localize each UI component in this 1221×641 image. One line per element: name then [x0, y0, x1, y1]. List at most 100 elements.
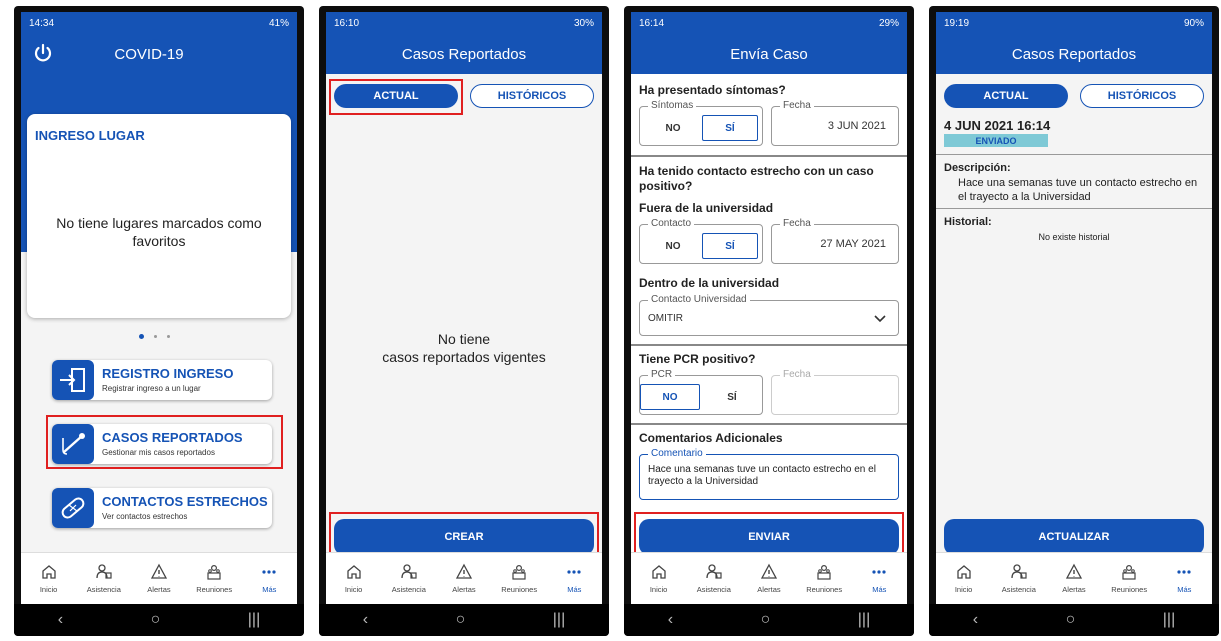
nav-item-alertas[interactable]: Alertas	[1049, 563, 1099, 594]
nav-item-alertas[interactable]: Alertas	[744, 563, 794, 594]
app-bar: Casos Reportados	[936, 34, 1212, 74]
nav-label: Inicio	[344, 585, 363, 594]
fecha-contacto-field[interactable]: Fecha 27 MAY 2021	[771, 218, 899, 264]
status-badge: ENVIADO	[944, 134, 1048, 147]
divider	[631, 155, 907, 157]
contacto-no[interactable]: NO	[648, 233, 698, 259]
nav-item-más[interactable]: Más	[549, 563, 599, 594]
system-nav: ‹ ○ |||	[14, 604, 304, 636]
pcr-si[interactable]: SÍ	[704, 384, 760, 410]
contacto-label: Contacto	[648, 218, 695, 229]
nav-item-reuniones[interactable]: Reuniones	[189, 563, 239, 594]
nav-item-inicio[interactable]: Inicio	[24, 563, 74, 594]
app-bar: Casos Reportados	[326, 34, 602, 74]
sintomas-toggle: Síntomas NO SÍ	[639, 100, 763, 146]
nav-label: Inicio	[39, 585, 58, 594]
nav-item-asistencia[interactable]: Asistencia	[79, 563, 129, 594]
bottom-nav: Inicio Asistencia Alertas Reuniones Más	[936, 552, 1212, 604]
nav-item-inicio[interactable]: Inicio	[329, 563, 379, 594]
contacto-toggle: Contacto NO SÍ	[639, 218, 763, 264]
menu-title: CONTACTOS ESTRECHOS	[102, 494, 268, 509]
nav-item-asistencia[interactable]: Asistencia	[689, 563, 739, 594]
case-date: 4 JUN 2021 16:14	[944, 118, 1051, 133]
back-icon[interactable]: ‹	[973, 611, 978, 629]
chevron-down-icon	[874, 315, 886, 323]
enter-door-icon	[52, 360, 94, 400]
sintomas-no[interactable]: NO	[648, 115, 698, 141]
home-icon	[40, 563, 58, 581]
meetings-icon	[205, 563, 223, 581]
nav-item-alertas[interactable]: Alertas	[134, 563, 184, 594]
nav-label: Reuniones	[806, 585, 843, 594]
nav-item-reuniones[interactable]: Reuniones	[494, 563, 544, 594]
recents-icon[interactable]: |||	[553, 611, 565, 629]
dot[interactable]	[167, 335, 170, 338]
bandage-icon	[52, 488, 94, 528]
home-button-icon[interactable]: ○	[1066, 611, 1076, 629]
nav-label: Más	[1177, 585, 1192, 594]
menu-contactos-estrechos[interactable]: CONTACTOS ESTRECHOS Ver contactos estrec…	[52, 488, 272, 528]
sintomas-label: Síntomas	[648, 100, 697, 111]
nav-item-inicio[interactable]: Inicio	[634, 563, 684, 594]
home-button-icon[interactable]: ○	[456, 611, 466, 629]
status-time: 16:10	[334, 17, 360, 29]
attendance-icon	[1010, 563, 1028, 581]
pcr-no[interactable]: NO	[640, 384, 700, 410]
recents-icon[interactable]: |||	[1163, 611, 1175, 629]
tab-row: ACTUAL HISTÓRICOS	[936, 84, 1212, 108]
nav-item-más[interactable]: Más	[854, 563, 904, 594]
attendance-icon	[705, 563, 723, 581]
meetings-icon	[1120, 563, 1138, 581]
contacto-universidad-select[interactable]: Contacto Universidad OMITIR	[639, 294, 899, 336]
contacto-si[interactable]: SÍ	[702, 233, 758, 259]
home-button-icon[interactable]: ○	[151, 611, 161, 629]
dot-active[interactable]	[139, 334, 144, 339]
nav-item-más[interactable]: Más	[244, 563, 294, 594]
dot[interactable]	[154, 335, 157, 338]
system-nav: ‹ ○ |||	[929, 604, 1219, 636]
tab-historicos[interactable]: HISTÓRICOS	[1080, 84, 1204, 108]
recents-icon[interactable]: |||	[248, 611, 260, 629]
fecha-contacto-value: 27 MAY 2021	[820, 238, 886, 250]
nav-item-alertas[interactable]: Alertas	[439, 563, 489, 594]
descripcion-label: Descripción:	[944, 162, 1011, 174]
back-icon[interactable]: ‹	[668, 611, 673, 629]
nav-item-asistencia[interactable]: Asistencia	[994, 563, 1044, 594]
historial-value: No existe historial	[1038, 232, 1110, 242]
fecha-sintomas-field[interactable]: Fecha 3 JUN 2021	[771, 100, 899, 146]
tab-historicos[interactable]: HISTÓRICOS	[470, 84, 594, 108]
system-nav: ‹ ○ |||	[624, 604, 914, 636]
power-icon[interactable]	[33, 43, 53, 63]
divider	[631, 423, 907, 425]
nav-item-más[interactable]: Más	[1159, 563, 1209, 594]
descripcion-value: Hace una semanas tuve un contacto estrec…	[958, 177, 1198, 203]
app-bar: Envía Caso	[631, 34, 907, 74]
nav-item-inicio[interactable]: Inicio	[939, 563, 989, 594]
alert-icon	[1065, 563, 1083, 581]
comentario-field[interactable]: Comentario Hace una semanas tuve un cont…	[639, 448, 899, 500]
system-nav: ‹ ○ |||	[319, 604, 609, 636]
nav-item-reuniones[interactable]: Reuniones	[1104, 563, 1154, 594]
back-icon[interactable]: ‹	[58, 611, 63, 629]
tab-actual[interactable]: ACTUAL	[944, 84, 1068, 108]
nav-item-reuniones[interactable]: Reuniones	[799, 563, 849, 594]
back-icon[interactable]: ‹	[363, 611, 368, 629]
fecha-pcr-field[interactable]: Fecha	[771, 369, 899, 415]
recents-icon[interactable]: |||	[858, 611, 870, 629]
sintomas-si[interactable]: SÍ	[702, 115, 758, 141]
actualizar-button[interactable]: ACTUALIZAR	[944, 519, 1204, 555]
comentario-value: Hace una semanas tuve un contacto estrec…	[648, 464, 876, 487]
nav-label: Más	[872, 585, 887, 594]
nav-label: Alertas	[1062, 585, 1086, 594]
question-pcr: Tiene PCR positivo?	[639, 352, 756, 366]
nav-item-asistencia[interactable]: Asistencia	[384, 563, 434, 594]
home-button-icon[interactable]: ○	[761, 611, 771, 629]
menu-registro-ingreso[interactable]: REGISTRO INGRESO Registrar ingreso a un …	[52, 360, 272, 400]
contacto-universidad-value: OMITIR	[648, 313, 683, 324]
bottom-nav: Inicio Asistencia Alertas Reuniones Más	[21, 552, 297, 604]
divider	[936, 208, 1212, 209]
carousel-dots[interactable]	[139, 334, 170, 339]
contacto-universidad-label: Contacto Universidad	[648, 294, 750, 305]
status-bar: 19:19 90%	[936, 12, 1212, 34]
bottom-nav: Inicio Asistencia Alertas Reuniones Más	[326, 552, 602, 604]
